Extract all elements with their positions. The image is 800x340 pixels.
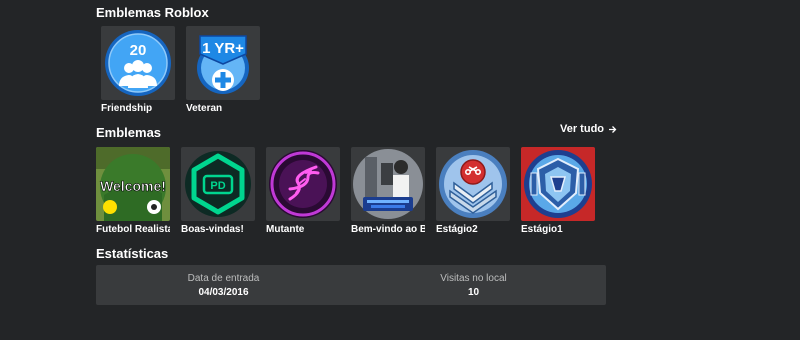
- badge-name: Estágio2: [436, 224, 478, 235]
- badge-name: Boas-vindas!: [181, 224, 244, 235]
- estagio2-badge-image: [436, 147, 510, 221]
- svg-text:Welcome!: Welcome!: [100, 178, 166, 194]
- futebol-badge-image: Welcome!: [96, 147, 170, 221]
- boas-vindas-badge-image: PD: [181, 147, 255, 221]
- svg-text:PD: PD: [210, 180, 225, 192]
- badge-bem-vindo[interactable]: Bem-vindo ao Br…: [351, 147, 425, 235]
- svg-text:1 YR+: 1 YR+: [202, 40, 244, 57]
- badges-title: Emblemas: [96, 125, 162, 140]
- badge-estagio1[interactable]: Estágio1: [521, 147, 595, 235]
- bem-vindo-badge-image: [351, 147, 425, 221]
- roblox-badges-title: Emblemas Roblox: [96, 5, 209, 20]
- estagio1-badge-image: [521, 147, 595, 221]
- badge-name: Estágio1: [521, 224, 563, 235]
- stat-place-visits: Visitas no local 10: [346, 273, 601, 298]
- see-all-label: Ver tudo: [560, 123, 605, 135]
- badge-name: Friendship: [101, 103, 153, 114]
- badge-estagio2[interactable]: Estágio2: [436, 147, 510, 235]
- svg-text:20: 20: [130, 42, 147, 59]
- badge-boas-vindas[interactable]: PD Boas-vindas!: [181, 147, 255, 235]
- stat-label: Visitas no local: [440, 273, 507, 284]
- badge-futebol-realista[interactable]: Welcome! Futebol Realista -…: [96, 147, 170, 235]
- badge-name: Mutante: [266, 224, 305, 235]
- badge-friendship[interactable]: 20 Friendship: [101, 26, 175, 114]
- stat-label: Data de entrada: [187, 273, 260, 284]
- stat-value: 10: [467, 287, 480, 298]
- stats-title: Estatísticas: [96, 246, 169, 261]
- stat-join-date: Data de entrada 04/03/2016: [96, 273, 351, 298]
- badge-name: Veteran: [186, 103, 223, 114]
- medal-cross-icon: [212, 69, 234, 91]
- stat-value: 04/03/2016: [198, 287, 249, 298]
- friendship-badge-image: 20: [101, 26, 175, 100]
- badge-mutante[interactable]: Mutante: [266, 147, 340, 235]
- badge-name: Bem-vindo ao Br…: [351, 224, 425, 235]
- see-all-link[interactable]: Ver tudo: [560, 123, 617, 135]
- arrow-right-icon: [608, 125, 617, 134]
- badge-veteran[interactable]: 1 YR+ Veteran: [186, 26, 260, 114]
- stats-panel: Data de entrada 04/03/2016 Visitas no lo…: [96, 265, 606, 305]
- veteran-badge-image: 1 YR+: [186, 26, 260, 100]
- mutante-badge-image: [266, 147, 340, 221]
- badge-name: Futebol Realista -…: [96, 224, 170, 235]
